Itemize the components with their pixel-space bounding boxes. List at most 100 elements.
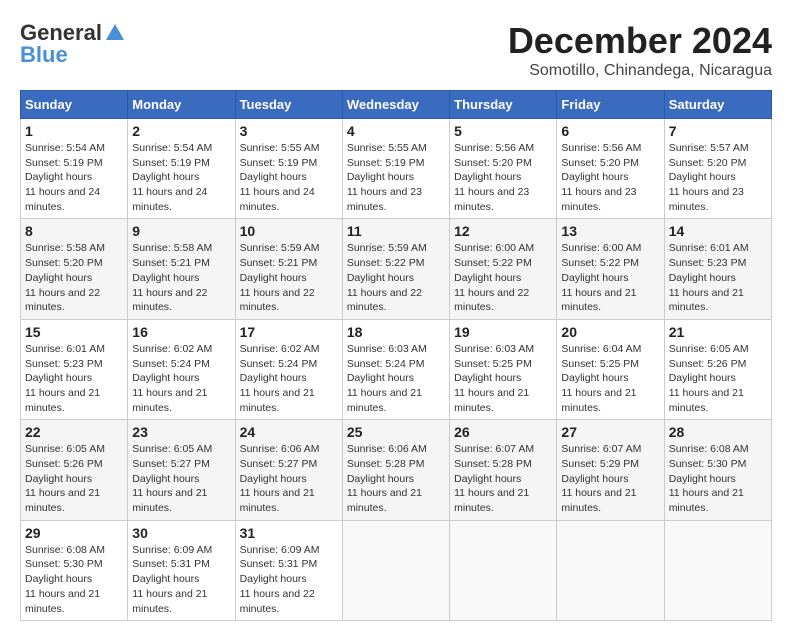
day-number: 30 [132, 525, 230, 541]
calendar-cell [342, 520, 449, 620]
day-number: 6 [561, 123, 659, 139]
calendar-cell: 14 Sunrise: 6:01 AM Sunset: 5:23 PM Dayl… [664, 219, 771, 319]
day-info: Sunrise: 6:07 AM Sunset: 5:28 PM Dayligh… [454, 442, 552, 515]
day-info: Sunrise: 5:54 AM Sunset: 5:19 PM Dayligh… [132, 141, 230, 214]
page-header: General Blue December 2024 Somotillo, Ch… [20, 20, 772, 80]
day-number: 31 [240, 525, 338, 541]
day-info: Sunrise: 5:56 AM Sunset: 5:20 PM Dayligh… [561, 141, 659, 214]
calendar-week-row: 29 Sunrise: 6:08 AM Sunset: 5:30 PM Dayl… [21, 520, 772, 620]
day-number: 27 [561, 424, 659, 440]
logo: General Blue [20, 20, 128, 68]
day-number: 16 [132, 324, 230, 340]
day-number: 9 [132, 223, 230, 239]
calendar-cell: 8 Sunrise: 5:58 AM Sunset: 5:20 PM Dayli… [21, 219, 128, 319]
day-info: Sunrise: 6:00 AM Sunset: 5:22 PM Dayligh… [561, 241, 659, 314]
day-info: Sunrise: 6:00 AM Sunset: 5:22 PM Dayligh… [454, 241, 552, 314]
day-number: 25 [347, 424, 445, 440]
day-number: 18 [347, 324, 445, 340]
calendar-cell [557, 520, 664, 620]
header-monday: Monday [128, 91, 235, 119]
header-saturday: Saturday [664, 91, 771, 119]
day-number: 26 [454, 424, 552, 440]
day-info: Sunrise: 5:54 AM Sunset: 5:19 PM Dayligh… [25, 141, 123, 214]
calendar-cell: 4 Sunrise: 5:55 AM Sunset: 5:19 PM Dayli… [342, 119, 449, 219]
calendar-cell: 12 Sunrise: 6:00 AM Sunset: 5:22 PM Dayl… [450, 219, 557, 319]
calendar-cell: 17 Sunrise: 6:02 AM Sunset: 5:24 PM Dayl… [235, 319, 342, 419]
header-thursday: Thursday [450, 91, 557, 119]
day-number: 15 [25, 324, 123, 340]
day-info: Sunrise: 5:55 AM Sunset: 5:19 PM Dayligh… [347, 141, 445, 214]
logo-icon [104, 22, 126, 44]
day-number: 10 [240, 223, 338, 239]
calendar-week-row: 22 Sunrise: 6:05 AM Sunset: 5:26 PM Dayl… [21, 420, 772, 520]
day-info: Sunrise: 5:58 AM Sunset: 5:21 PM Dayligh… [132, 241, 230, 314]
day-info: Sunrise: 6:09 AM Sunset: 5:31 PM Dayligh… [132, 543, 230, 616]
day-info: Sunrise: 5:59 AM Sunset: 5:22 PM Dayligh… [347, 241, 445, 314]
calendar-cell: 26 Sunrise: 6:07 AM Sunset: 5:28 PM Dayl… [450, 420, 557, 520]
day-number: 11 [347, 223, 445, 239]
day-number: 7 [669, 123, 767, 139]
calendar-cell: 24 Sunrise: 6:06 AM Sunset: 5:27 PM Dayl… [235, 420, 342, 520]
day-info: Sunrise: 6:03 AM Sunset: 5:24 PM Dayligh… [347, 342, 445, 415]
calendar-week-row: 15 Sunrise: 6:01 AM Sunset: 5:23 PM Dayl… [21, 319, 772, 419]
calendar-cell: 16 Sunrise: 6:02 AM Sunset: 5:24 PM Dayl… [128, 319, 235, 419]
calendar-cell [664, 520, 771, 620]
day-info: Sunrise: 5:57 AM Sunset: 5:20 PM Dayligh… [669, 141, 767, 214]
calendar-cell: 10 Sunrise: 5:59 AM Sunset: 5:21 PM Dayl… [235, 219, 342, 319]
day-number: 13 [561, 223, 659, 239]
day-number: 5 [454, 123, 552, 139]
day-info: Sunrise: 6:04 AM Sunset: 5:25 PM Dayligh… [561, 342, 659, 415]
calendar-cell: 27 Sunrise: 6:07 AM Sunset: 5:29 PM Dayl… [557, 420, 664, 520]
title-block: December 2024 Somotillo, Chinandega, Nic… [508, 20, 772, 80]
day-info: Sunrise: 5:59 AM Sunset: 5:21 PM Dayligh… [240, 241, 338, 314]
calendar-cell: 15 Sunrise: 6:01 AM Sunset: 5:23 PM Dayl… [21, 319, 128, 419]
day-info: Sunrise: 6:09 AM Sunset: 5:31 PM Dayligh… [240, 543, 338, 616]
day-info: Sunrise: 6:07 AM Sunset: 5:29 PM Dayligh… [561, 442, 659, 515]
calendar-cell: 5 Sunrise: 5:56 AM Sunset: 5:20 PM Dayli… [450, 119, 557, 219]
day-info: Sunrise: 6:05 AM Sunset: 5:27 PM Dayligh… [132, 442, 230, 515]
day-number: 28 [669, 424, 767, 440]
day-number: 12 [454, 223, 552, 239]
calendar-cell: 21 Sunrise: 6:05 AM Sunset: 5:26 PM Dayl… [664, 319, 771, 419]
calendar-cell: 29 Sunrise: 6:08 AM Sunset: 5:30 PM Dayl… [21, 520, 128, 620]
header-wednesday: Wednesday [342, 91, 449, 119]
location: Somotillo, Chinandega, Nicaragua [508, 62, 772, 80]
day-number: 1 [25, 123, 123, 139]
day-info: Sunrise: 6:05 AM Sunset: 5:26 PM Dayligh… [669, 342, 767, 415]
calendar-week-row: 8 Sunrise: 5:58 AM Sunset: 5:20 PM Dayli… [21, 219, 772, 319]
day-number: 14 [669, 223, 767, 239]
calendar-cell [450, 520, 557, 620]
day-number: 8 [25, 223, 123, 239]
calendar-cell: 1 Sunrise: 5:54 AM Sunset: 5:19 PM Dayli… [21, 119, 128, 219]
day-info: Sunrise: 6:01 AM Sunset: 5:23 PM Dayligh… [25, 342, 123, 415]
calendar-cell: 20 Sunrise: 6:04 AM Sunset: 5:25 PM Dayl… [557, 319, 664, 419]
header-tuesday: Tuesday [235, 91, 342, 119]
calendar-cell: 22 Sunrise: 6:05 AM Sunset: 5:26 PM Dayl… [21, 420, 128, 520]
header-friday: Friday [557, 91, 664, 119]
day-info: Sunrise: 5:58 AM Sunset: 5:20 PM Dayligh… [25, 241, 123, 314]
calendar-week-row: 1 Sunrise: 5:54 AM Sunset: 5:19 PM Dayli… [21, 119, 772, 219]
calendar-cell: 6 Sunrise: 5:56 AM Sunset: 5:20 PM Dayli… [557, 119, 664, 219]
calendar-header-row: Sunday Monday Tuesday Wednesday Thursday… [21, 91, 772, 119]
calendar-cell: 7 Sunrise: 5:57 AM Sunset: 5:20 PM Dayli… [664, 119, 771, 219]
calendar-cell: 2 Sunrise: 5:54 AM Sunset: 5:19 PM Dayli… [128, 119, 235, 219]
calendar-cell: 3 Sunrise: 5:55 AM Sunset: 5:19 PM Dayli… [235, 119, 342, 219]
day-number: 22 [25, 424, 123, 440]
calendar-cell: 31 Sunrise: 6:09 AM Sunset: 5:31 PM Dayl… [235, 520, 342, 620]
month-title: December 2024 [508, 20, 772, 62]
calendar-cell: 25 Sunrise: 6:06 AM Sunset: 5:28 PM Dayl… [342, 420, 449, 520]
day-number: 23 [132, 424, 230, 440]
calendar-cell: 18 Sunrise: 6:03 AM Sunset: 5:24 PM Dayl… [342, 319, 449, 419]
calendar-cell: 13 Sunrise: 6:00 AM Sunset: 5:22 PM Dayl… [557, 219, 664, 319]
day-info: Sunrise: 6:01 AM Sunset: 5:23 PM Dayligh… [669, 241, 767, 314]
day-info: Sunrise: 5:55 AM Sunset: 5:19 PM Dayligh… [240, 141, 338, 214]
day-info: Sunrise: 6:08 AM Sunset: 5:30 PM Dayligh… [25, 543, 123, 616]
day-info: Sunrise: 6:06 AM Sunset: 5:27 PM Dayligh… [240, 442, 338, 515]
day-number: 29 [25, 525, 123, 541]
day-info: Sunrise: 6:02 AM Sunset: 5:24 PM Dayligh… [132, 342, 230, 415]
calendar-cell: 9 Sunrise: 5:58 AM Sunset: 5:21 PM Dayli… [128, 219, 235, 319]
day-info: Sunrise: 5:56 AM Sunset: 5:20 PM Dayligh… [454, 141, 552, 214]
day-info: Sunrise: 6:06 AM Sunset: 5:28 PM Dayligh… [347, 442, 445, 515]
calendar-cell: 23 Sunrise: 6:05 AM Sunset: 5:27 PM Dayl… [128, 420, 235, 520]
day-number: 3 [240, 123, 338, 139]
